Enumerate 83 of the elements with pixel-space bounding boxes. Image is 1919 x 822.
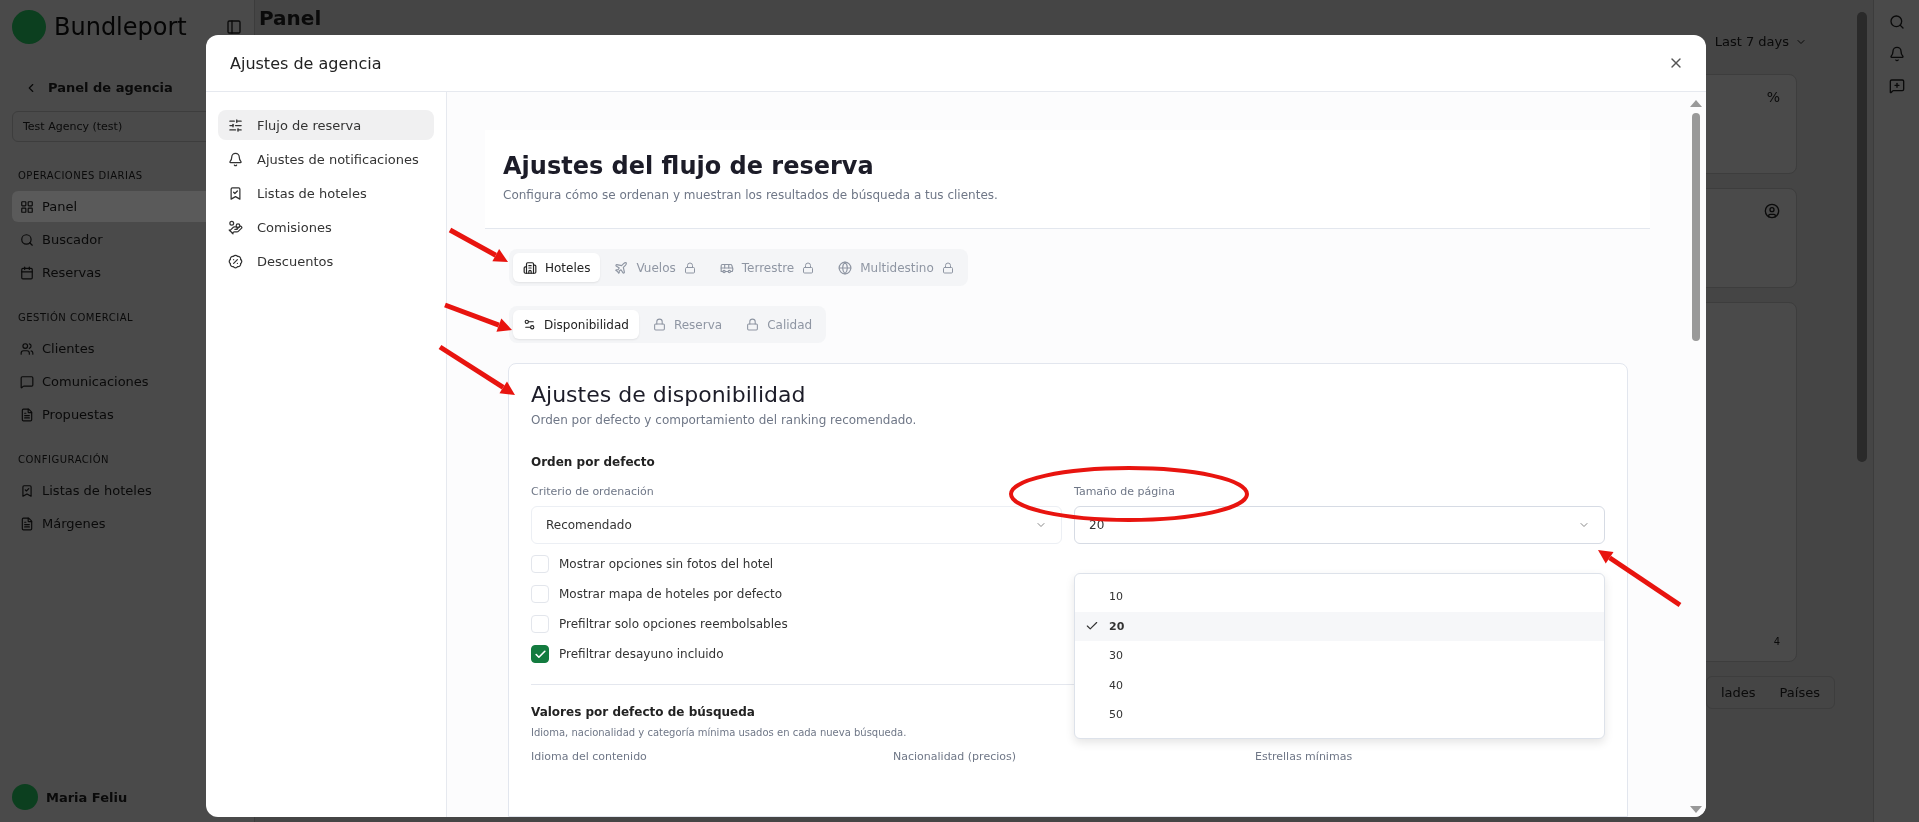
- building-icon: [523, 260, 537, 275]
- tab[interactable]: lades: [1711, 681, 1766, 704]
- grid-icon: [20, 199, 34, 214]
- coins-hand-icon: [228, 219, 243, 235]
- bookmark-icon: [228, 185, 243, 201]
- axis-tick: 4: [1773, 636, 1780, 647]
- card-subtitle: Orden por defecto y comportamiento del ranking recomendado.: [531, 413, 917, 427]
- sidebar-item[interactable]: Listas de hoteles: [12, 475, 242, 506]
- dropdown-option[interactable]: 30: [1075, 641, 1604, 671]
- search-icon[interactable]: [1888, 14, 1905, 30]
- lock-icon: [802, 261, 815, 274]
- logo-icon: [12, 10, 46, 44]
- dropdown-option[interactable]: 10: [1075, 582, 1604, 612]
- percent-badge-icon: [228, 253, 243, 269]
- field-label: Tamaño de página: [1074, 485, 1175, 498]
- calendar-icon: [20, 265, 34, 280]
- tab[interactable]: Reserva: [642, 310, 733, 339]
- sidebar-item[interactable]: Clientes: [12, 333, 242, 364]
- users-icon: [20, 341, 34, 356]
- lock-icon: [746, 318, 760, 331]
- checkbox-label: Prefiltrar solo opciones reembolsables: [559, 617, 788, 631]
- bell-icon[interactable]: [1888, 46, 1905, 62]
- section-title: GESTIÓN COMERCIAL: [17, 312, 135, 323]
- tab[interactable]: Calidad: [736, 310, 823, 339]
- annotation-arrow: [444, 302, 512, 332]
- section-heading: Ajustes del flujo de reserva: [503, 152, 874, 180]
- tab[interactable]: Países: [1769, 681, 1830, 704]
- search-icon: [20, 232, 34, 247]
- group-description: Idioma, nacionalidad y categoría mínima usados en cada nueva búsqueda.: [531, 727, 907, 738]
- dropdown-option[interactable]: 40: [1075, 670, 1604, 700]
- plane-icon: [614, 260, 629, 275]
- dropdown-option[interactable]: 50: [1075, 700, 1604, 730]
- sliders-icon: [228, 117, 243, 133]
- period-select[interactable]: Last 7 days: [1714, 34, 1807, 49]
- field-label: Estrellas mínimas: [1255, 750, 1354, 763]
- tab[interactable]: Vuelos: [604, 253, 706, 282]
- select-field[interactable]: Recomendado: [531, 506, 1062, 544]
- tab[interactable]: Terrestre: [709, 253, 825, 282]
- bell-icon: [228, 151, 243, 167]
- dropdown-option[interactable]: 20: [1075, 611, 1604, 641]
- tab[interactable]: Multidestino: [828, 253, 964, 282]
- checkbox-label: Mostrar mapa de hoteles por defecto: [559, 587, 783, 601]
- bookmark-icon: [20, 483, 34, 498]
- dialog-title: Ajustes de agencia: [230, 53, 382, 73]
- user-name: Maria Feliu: [46, 789, 128, 805]
- document-icon: [20, 407, 34, 422]
- sliders-icon: [523, 318, 536, 331]
- checkbox[interactable]: [531, 645, 549, 663]
- tab[interactable]: Disponibilidad: [513, 310, 639, 339]
- chat-icon: [20, 374, 34, 389]
- checkbox-label: Prefiltrar desayuno incluido: [559, 647, 724, 661]
- section-title: CONFIGURACIÓN: [17, 454, 111, 465]
- group-heading: Orden por defecto: [531, 455, 655, 469]
- back-link[interactable]: Panel de agencia: [12, 72, 185, 103]
- section-title: OPERACIONES DIARIAS: [17, 170, 144, 181]
- settings-nav-item[interactable]: Ajustes de notificaciones: [218, 144, 434, 174]
- new-message-icon[interactable]: [1888, 78, 1905, 94]
- lock-icon: [652, 318, 666, 331]
- section-subtitle: Configura cómo se ordenan y muestran los resultados de búsqueda a tus clientes.: [503, 188, 998, 202]
- sidebar-item[interactable]: Propuestas: [12, 399, 242, 430]
- globe-icon: [838, 260, 853, 275]
- sidebar-item[interactable]: Comunicaciones: [12, 366, 242, 397]
- card-title: Ajustes de disponibilidad: [531, 382, 806, 407]
- checkbox-label: Mostrar opciones sin fotos del hotel: [559, 557, 774, 571]
- lock-icon: [683, 261, 696, 274]
- sidebar-toggle-icon[interactable]: [226, 19, 242, 35]
- user-icon: [1764, 203, 1780, 219]
- tab[interactable]: Hoteles: [513, 253, 601, 282]
- settings-nav-item[interactable]: Flujo de reserva: [218, 110, 434, 140]
- lock-icon: [941, 261, 954, 274]
- field-label: Idioma del contenido: [531, 750, 648, 763]
- percent-symbol: %: [1766, 89, 1780, 105]
- scrollbar[interactable]: [1857, 12, 1867, 462]
- page-title: Panel: [259, 6, 322, 30]
- check-icon: [533, 647, 547, 661]
- group-heading: Valores por defecto de búsqueda: [531, 705, 755, 719]
- field-label: Nacionalidad (precios): [893, 750, 1017, 763]
- sidebar-item[interactable]: Márgenes: [12, 508, 242, 539]
- avatar: [12, 784, 38, 810]
- logo-text: Bundleport: [54, 13, 188, 41]
- annotation-arrow: [448, 227, 508, 262]
- field-label: Criterio de ordenación: [531, 485, 654, 498]
- document-icon: [20, 516, 34, 531]
